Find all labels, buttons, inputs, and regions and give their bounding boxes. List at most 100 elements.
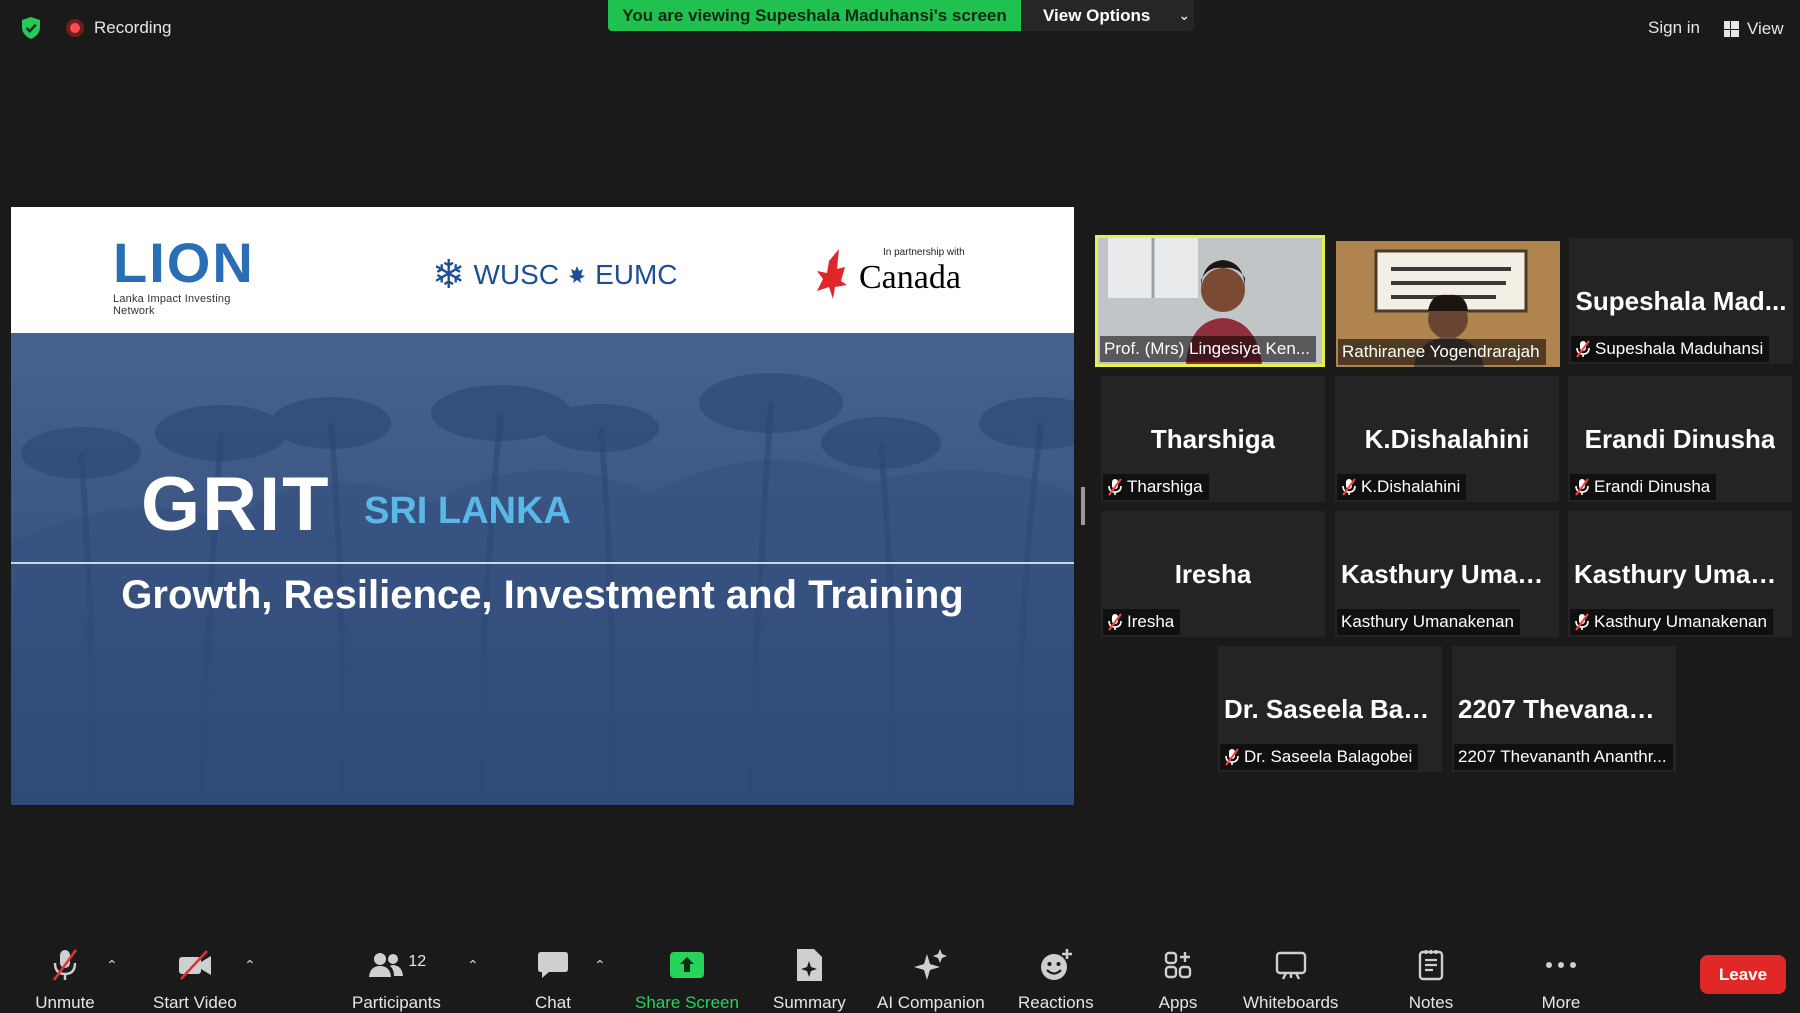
grit-title: GRIT [141,462,331,547]
recording-label: Recording [94,18,172,37]
meeting-toolbar: Unmute ⌃ Start Video ⌃ 12 Participants ⌃… [0,925,1800,1013]
participant-tile[interactable]: Kasthury Uman... Kasthury Umanakenan [1335,511,1559,637]
participant-name-label: Prof. (Mrs) Lingesiya Ken... [1100,336,1316,362]
participant-name: Dr. Saseela Balagobei [1244,747,1413,766]
partnership-text: In partnership with [883,247,965,258]
share-screen-button[interactable]: Share Screen [635,925,739,1013]
participant-name: K.Dishalahini [1361,477,1461,496]
participant-tile[interactable]: Erandi Dinusha Erandi Dinusha [1568,376,1792,502]
video-off-icon [165,945,225,985]
view-options-label: View Options [1043,5,1151,25]
sign-in-button[interactable]: Sign in [1640,16,1708,42]
leave-button[interactable]: Leave [1700,955,1786,994]
slide-title-area: GRIT SRI LANKA Growth, Resilience, Inves… [11,333,1074,805]
participant-tile[interactable]: Supeshala Mad... Supeshala Maduhansi [1569,238,1793,364]
wusc-text: WUSC [473,259,560,290]
participant-name: Kasthury Umanakenan [1341,612,1514,631]
video-options-caret-icon[interactable]: ⌃ [244,957,256,974]
participant-name-label: Erandi Dinusha [1570,474,1717,500]
participant-name-label: Kasthury Umanakenan [1570,609,1773,635]
participants-button[interactable]: 12 Participants [352,925,441,1013]
reactions-button[interactable]: Reactions [1018,925,1094,1013]
participant-tile[interactable]: Rathiranee Yogendrarajah [1336,241,1560,367]
participant-name: Kasthury Umanakenan [1594,612,1767,631]
summary-document-icon [779,945,839,985]
notes-icon [1401,945,1461,985]
participant-name: Rathiranee Yogendrarajah [1342,342,1540,361]
lion-logo-subtitle: Lanka Impact Investing Network [113,293,231,317]
start-video-button[interactable]: Start Video [153,925,237,1013]
slide-tagline: Growth, Resilience, Investment and Train… [121,573,964,617]
reactions-label: Reactions [1018,993,1094,1012]
participant-tile[interactable]: Iresha Iresha [1101,511,1325,637]
more-button[interactable]: More [1531,925,1591,1013]
participant-name-label: Rathiranee Yogendrarajah [1338,339,1546,365]
mic-muted-icon [1224,748,1240,766]
encryption-shield-icon[interactable] [20,16,42,40]
participant-tile[interactable]: Tharshiga Tharshiga [1101,376,1325,502]
mic-muted-icon [1341,478,1357,496]
top-bar: Recording You are viewing Supeshala Madu… [0,0,1800,56]
participants-icon: 12 [366,945,426,985]
participant-name-label: Dr. Saseela Balagobei [1220,744,1419,770]
more-label: More [1541,993,1581,1012]
lion-logo-word: LION [113,231,255,294]
recording-indicator[interactable]: Recording [66,18,172,38]
start-video-label: Start Video [153,993,237,1012]
chevron-down-icon: ⌄ [1178,7,1191,23]
slide-logo-header: LION Lanka Impact Investing Network ❄ WU… [11,207,1074,333]
participant-name: Supeshala Maduhansi [1595,339,1764,358]
participant-tile[interactable]: Dr. Saseela Bala... Dr. Saseela Balagobei [1218,646,1442,772]
mic-muted-icon [35,945,95,985]
lion-logo: LION Lanka Impact Investing Network [113,231,269,318]
mic-muted-icon [1574,613,1590,631]
eumc-text: EUMC [595,259,678,290]
notes-button[interactable]: Notes [1401,925,1461,1013]
view-options-button[interactable]: View Options ⌄ [1021,0,1194,31]
unmute-label: Unmute [35,993,95,1012]
summary-button[interactable]: Summary [773,925,846,1013]
participant-name-label: Supeshala Maduhansi [1571,336,1770,362]
chat-label: Chat [535,993,571,1012]
participant-tile[interactable]: Prof. (Mrs) Lingesiya Ken... [1095,235,1325,367]
notes-label: Notes [1408,993,1454,1012]
sri-lanka-subtitle: SRI LANKA [364,490,571,532]
shared-screen: LION Lanka Impact Investing Network ❄ WU… [11,207,1074,805]
whiteboards-button[interactable]: Whiteboards [1243,925,1338,1013]
recording-dot-icon [66,19,84,37]
participant-name: Iresha [1127,612,1175,631]
canada-wordmark: Canada [859,259,961,296]
participant-tile[interactable]: 2207 Thevanant... 2207 Thevananth Ananthr… [1452,646,1676,772]
mic-muted-icon [1575,340,1591,358]
share-screen-icon [657,945,717,985]
share-screen-label: Share Screen [635,993,739,1012]
whiteboards-label: Whiteboards [1243,993,1339,1012]
snowflake-icon: ❄ [432,253,466,297]
apps-button[interactable]: Apps [1148,925,1208,1013]
split-resize-handle[interactable] [1081,487,1085,525]
participant-name: 2207 Thevananth Ananthr... [1458,747,1667,766]
participants-label: Participants [352,993,441,1012]
participant-tile[interactable]: Kasthury Uman... Kasthury Umanakenan [1568,511,1792,637]
viewing-screen-banner: You are viewing Supeshala Maduhansi's sc… [608,0,1021,31]
participant-tile[interactable]: K.Dishalahini K.Dishalahini [1335,376,1559,502]
ai-sparkle-icon [901,945,961,985]
participant-name-label: 2207 Thevananth Ananthr... [1454,744,1673,770]
audio-options-caret-icon[interactable]: ⌃ [106,957,118,974]
slide-divider-line [11,562,1074,564]
ai-companion-button[interactable]: AI Companion [877,925,985,1013]
participant-name-label: Kasthury Umanakenan [1337,609,1520,635]
view-button[interactable]: View [1718,15,1790,43]
more-dots-icon [1531,945,1591,985]
chat-options-caret-icon[interactable]: ⌃ [594,957,606,974]
summary-label: Summary [773,993,846,1012]
unmute-button[interactable]: Unmute [35,925,95,1013]
participants-options-caret-icon[interactable]: ⌃ [467,957,479,974]
gallery-view-icon [1724,21,1739,37]
participant-name-label: Tharshiga [1103,474,1209,500]
whiteboard-icon [1261,945,1321,985]
mic-muted-icon [1107,478,1123,496]
chat-button[interactable]: Chat [523,925,583,1013]
maple-leaf-icon [569,266,586,283]
participant-name: Tharshiga [1127,477,1203,496]
